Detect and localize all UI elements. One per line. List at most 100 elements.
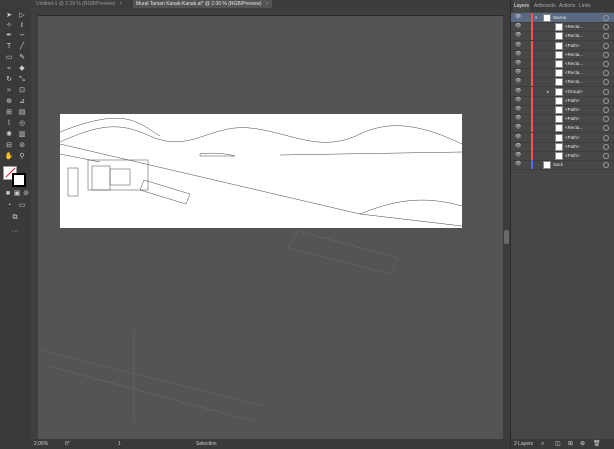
draw-mode-icon[interactable]: ◔ bbox=[4, 202, 14, 210]
curvature-icon[interactable]: ∽ bbox=[17, 32, 27, 40]
visibility-eye-icon[interactable]: 👁 bbox=[515, 114, 521, 123]
change-screen-mode-icon[interactable]: ⧉ bbox=[10, 214, 20, 222]
visibility-eye-icon[interactable]: 👁 bbox=[515, 13, 521, 22]
canvas[interactable] bbox=[38, 16, 501, 439]
more-tools-icon[interactable]: ··· bbox=[10, 228, 20, 236]
target-circle-icon[interactable] bbox=[603, 70, 609, 77]
layer-name[interactable]: <Recta... bbox=[565, 68, 583, 77]
make-clipping-mask-icon[interactable]: ◫ bbox=[555, 439, 561, 449]
visibility-eye-icon[interactable]: 👁 bbox=[515, 123, 521, 132]
symbol-sprayer-icon[interactable]: ✺ bbox=[4, 131, 14, 139]
target-circle-icon[interactable] bbox=[603, 51, 609, 58]
tab-artboards[interactable]: Artboards bbox=[533, 0, 557, 12]
layer-name[interactable]: <Path> bbox=[565, 114, 580, 123]
vertical-scrollbar[interactable] bbox=[503, 8, 510, 439]
create-sublayer-icon[interactable]: ⊞ bbox=[568, 439, 573, 449]
visibility-eye-icon[interactable]: 👁 bbox=[515, 68, 521, 77]
target-circle-icon[interactable] bbox=[603, 153, 609, 159]
visibility-eye-icon[interactable]: 👁 bbox=[515, 22, 521, 31]
eraser-icon[interactable]: ◆ bbox=[17, 65, 27, 73]
layer-name[interactable]: <Recta... bbox=[565, 50, 583, 59]
target-circle-icon[interactable] bbox=[603, 97, 609, 104]
slice-icon[interactable]: ⊘ bbox=[17, 142, 27, 150]
tab-mural[interactable]: Mural Taman Kanak-Kanak.ai* @ 2.06 % (RG… bbox=[133, 0, 272, 8]
pen-icon[interactable]: ✒ bbox=[4, 32, 14, 40]
layer-name[interactable]: <Path> bbox=[565, 41, 580, 50]
type-icon[interactable]: T bbox=[4, 43, 14, 51]
tab-untitled[interactable]: Untitled-1 @ 2.29 % (RGB/Preview) × bbox=[33, 0, 125, 8]
artboard-number-field[interactable]: 1 bbox=[118, 439, 121, 449]
layer-name[interactable]: <Path> bbox=[565, 105, 580, 114]
rotate-icon[interactable]: ↻ bbox=[4, 76, 14, 84]
close-icon[interactable]: × bbox=[120, 1, 123, 7]
visibility-eye-icon[interactable]: 👁 bbox=[515, 50, 521, 59]
zoom-field[interactable]: 2.06% bbox=[34, 439, 48, 449]
target-circle-icon[interactable] bbox=[603, 61, 609, 67]
shaper-icon[interactable]: ⌁ bbox=[4, 65, 14, 73]
target-circle-icon[interactable] bbox=[603, 24, 609, 31]
close-icon[interactable]: × bbox=[266, 1, 269, 7]
layer-name[interactable]: <Recta... bbox=[565, 123, 583, 132]
target-circle-icon[interactable] bbox=[603, 107, 609, 113]
layer-name[interactable]: <Recta... bbox=[565, 59, 583, 68]
tab-actions[interactable]: Actions bbox=[558, 0, 576, 12]
scroll-thumb[interactable] bbox=[504, 230, 509, 244]
visibility-eye-icon[interactable]: 👁 bbox=[515, 96, 521, 105]
width-icon[interactable]: ≈ bbox=[4, 87, 14, 95]
visibility-eye-icon[interactable]: 👁 bbox=[515, 87, 521, 96]
layer-name[interactable]: <Recta... bbox=[565, 31, 583, 40]
target-circle-icon[interactable] bbox=[603, 33, 609, 40]
target-circle-icon[interactable] bbox=[603, 143, 609, 150]
chevron-right-icon[interactable]: ▸ bbox=[547, 87, 549, 96]
paintbrush-icon[interactable]: ✎ bbox=[17, 54, 27, 62]
screen-mode-icon[interactable]: ▭ bbox=[17, 202, 27, 210]
layer-name[interactable]: <Recta... bbox=[565, 22, 583, 31]
target-circle-icon[interactable] bbox=[603, 116, 609, 123]
layer-row[interactable]: 👁 Sack bbox=[511, 160, 614, 171]
target-circle-icon[interactable] bbox=[603, 134, 609, 141]
layer-name[interactable]: <Recta... bbox=[565, 77, 583, 86]
blend-icon[interactable]: ◎ bbox=[17, 120, 27, 128]
visibility-eye-icon[interactable]: 👁 bbox=[515, 133, 521, 142]
layer-name[interactable]: <Path> bbox=[565, 151, 580, 160]
lasso-icon[interactable]: ℓ bbox=[17, 22, 27, 30]
shape-builder-icon[interactable]: ⊕ bbox=[4, 98, 14, 106]
artboard[interactable] bbox=[60, 114, 462, 228]
create-layer-icon[interactable]: ⊕ bbox=[580, 439, 585, 449]
gradient-icon[interactable]: ▤ bbox=[17, 109, 27, 117]
layer-name[interactable]: <Path> bbox=[565, 142, 580, 151]
locate-object-icon[interactable]: ⌕ bbox=[541, 439, 544, 449]
visibility-eye-icon[interactable]: 👁 bbox=[515, 77, 521, 86]
visibility-eye-icon[interactable]: 👁 bbox=[515, 31, 521, 40]
layer-name[interactable]: <Path> bbox=[565, 96, 580, 105]
mesh-icon[interactable]: ⊞ bbox=[4, 109, 14, 117]
rectangle-icon[interactable]: ▭ bbox=[4, 54, 14, 62]
zoom-icon[interactable]: ⚲ bbox=[17, 153, 27, 161]
tab-layers[interactable]: Layers bbox=[513, 0, 531, 12]
column-graph-icon[interactable]: ▥ bbox=[17, 131, 27, 139]
rotate-view-field[interactable]: 0° bbox=[65, 439, 70, 449]
scale-icon[interactable]: ⤡ bbox=[17, 76, 27, 84]
tab-links[interactable]: Links bbox=[578, 0, 592, 12]
target-circle-icon[interactable] bbox=[603, 15, 609, 21]
chevron-down-icon[interactable]: ▾ bbox=[535, 13, 537, 22]
visibility-eye-icon[interactable]: 👁 bbox=[515, 142, 521, 151]
artboard-icon[interactable]: ⊟ bbox=[4, 142, 14, 150]
eyedropper-icon[interactable]: ⌇ bbox=[4, 120, 14, 128]
target-circle-icon[interactable] bbox=[603, 42, 609, 49]
free-transform-icon[interactable]: ⊡ bbox=[17, 87, 27, 95]
target-circle-icon[interactable] bbox=[603, 162, 609, 169]
layer-name[interactable]: Sack bbox=[553, 160, 563, 169]
visibility-eye-icon[interactable]: 👁 bbox=[515, 151, 521, 160]
hand-icon[interactable]: ✋ bbox=[4, 153, 14, 161]
horizontal-ruler[interactable] bbox=[31, 8, 503, 16]
fill-stroke-icon[interactable] bbox=[3, 166, 27, 187]
perspective-icon[interactable]: ⊿ bbox=[17, 98, 27, 106]
layer-name[interactable]: Warna bbox=[553, 13, 566, 22]
delete-icon[interactable]: 🗑 bbox=[593, 439, 601, 449]
status-mode[interactable]: Selection bbox=[196, 439, 217, 449]
visibility-eye-icon[interactable]: 👁 bbox=[515, 59, 521, 68]
layer-name[interactable]: <Group> bbox=[565, 87, 583, 96]
magic-wand-icon[interactable]: ✧ bbox=[4, 22, 14, 30]
layer-name[interactable]: <Path> bbox=[565, 133, 580, 142]
